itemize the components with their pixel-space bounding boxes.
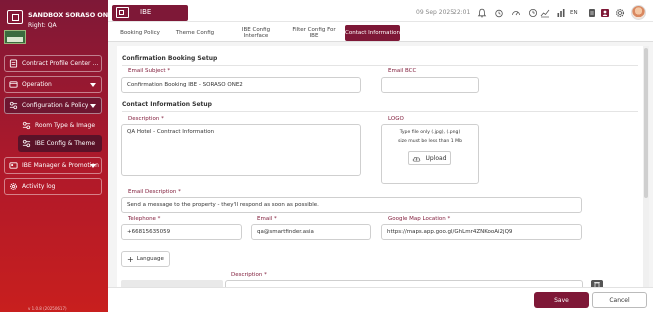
- chevron-down-icon: [90, 104, 96, 108]
- operation-icon: [9, 81, 18, 88]
- cancel-button[interactable]: Cancel: [592, 292, 647, 308]
- email-description-field[interactable]: Send a message to the property - they'll…: [121, 197, 582, 213]
- cloud-upload-icon: [413, 156, 421, 161]
- sidebar-item-label: Room Type & Image: [35, 122, 96, 129]
- app-version: v 1.0.8 (20250617): [28, 306, 67, 311]
- sidebar-item-label: Configuration & Policy: [22, 102, 89, 109]
- sidebar-item-room-type-image[interactable]: Room Type & Image: [18, 117, 102, 134]
- sidebar-item-label: Contract Profile Center & All...: [22, 60, 101, 67]
- tab-contact-information[interactable]: Contact Information: [345, 25, 400, 41]
- logo-file-size-note: size must be less than 1 Mb: [397, 139, 463, 144]
- divider: [122, 111, 638, 112]
- user-card-icon[interactable]: [600, 8, 610, 18]
- alarm-clock-icon[interactable]: [494, 8, 504, 18]
- tab-filter-config[interactable]: Filter Config For IBE: [288, 25, 340, 41]
- sidebar-item-label: IBE Manager & Promotion: [22, 162, 99, 169]
- tab-bar: Booking Policy Theme Config IBE Config I…: [108, 22, 653, 42]
- hotel-logo-icon: [7, 10, 23, 24]
- email-bcc-label: Email BCC: [388, 68, 417, 74]
- telephone-label: Telephone *: [128, 216, 161, 222]
- sidebar-item-operation[interactable]: Operation: [4, 76, 102, 93]
- confirmation-section-title: Confirmation Booking Setup: [122, 55, 218, 62]
- tab-booking-policy[interactable]: Booking Policy: [118, 25, 162, 41]
- email-subject-field[interactable]: Confirmation Booking IBE - SORASO ONE2: [121, 77, 361, 93]
- save-button[interactable]: Save: [534, 292, 589, 308]
- bar-chart-icon[interactable]: [556, 8, 566, 18]
- divider: [108, 41, 653, 42]
- sidebar-item-label: IBE Config & Theme: [35, 140, 96, 147]
- sidebar-item-label: Operation: [22, 81, 52, 88]
- language-description-label: Description *: [231, 272, 267, 278]
- logo-upload-area: Type file only (.jpg), (.png) size must …: [381, 124, 479, 184]
- sidebar: SANDBOX SORASO ONE 2 Right: QA Contract …: [0, 0, 119, 312]
- sidebar-item-contract-profile[interactable]: Contract Profile Center & All...: [4, 55, 102, 72]
- current-time: 22:01: [453, 9, 471, 16]
- email-label: Email *: [257, 216, 277, 222]
- current-date: 09 Sep 2025: [416, 9, 455, 16]
- contact-information-form: Confirmation Booking Setup Email Subject…: [117, 46, 643, 296]
- add-language-button[interactable]: + Language: [121, 251, 170, 267]
- telephone-field[interactable]: +66815635059: [121, 224, 242, 240]
- email-bcc-field[interactable]: [381, 77, 479, 93]
- trend-chart-icon[interactable]: [540, 8, 550, 18]
- user-right: Right: QA: [28, 22, 57, 29]
- scrollbar-thumb[interactable]: [644, 48, 648, 198]
- document-icon: [9, 59, 18, 68]
- top-bar: IBE 09 Sep 2025 22:01 EN: [108, 0, 653, 22]
- sliders-icon: [22, 121, 31, 130]
- sliders-icon: [22, 139, 31, 148]
- contact-section-title: Contact Information Setup: [122, 101, 212, 108]
- divider: [122, 65, 638, 66]
- bell-icon[interactable]: [477, 8, 487, 18]
- upload-button[interactable]: Upload: [408, 151, 451, 165]
- speedometer-icon[interactable]: [511, 8, 521, 18]
- document-icon[interactable]: [587, 8, 597, 18]
- sidebar-item-ibe-config-theme[interactable]: IBE Config & Theme: [18, 135, 102, 152]
- hotel-selector[interactable]: SANDBOX SORASO ONE 2 Right: QA: [4, 6, 119, 46]
- chevron-down-icon: [90, 164, 96, 168]
- upload-label: Upload: [425, 154, 447, 162]
- tab-ibe-config-interface[interactable]: IBE Config Interface: [232, 25, 280, 41]
- language-selector[interactable]: EN: [570, 10, 578, 16]
- description-textarea[interactable]: QA Hotel - Contract Information: [121, 124, 361, 176]
- email-description-label: Email Description *: [128, 189, 181, 195]
- hotel-name: SANDBOX SORASO ONE 2: [28, 11, 119, 19]
- module-label: IBE: [140, 8, 152, 16]
- sidebar-item-label: Activity log: [22, 183, 56, 190]
- form-footer: Save Cancel: [108, 287, 653, 312]
- sidebar-item-ibe-manager[interactable]: IBE Manager & Promotion: [4, 157, 102, 174]
- module-badge[interactable]: IBE: [112, 5, 188, 21]
- tab-theme-config[interactable]: Theme Config: [172, 25, 218, 41]
- scrollbar[interactable]: [643, 46, 649, 296]
- gear-icon: [10, 183, 17, 190]
- description-label: Description *: [128, 116, 164, 122]
- plus-icon: +: [127, 254, 134, 264]
- hotel-thumbnail: [4, 30, 26, 44]
- clock-icon[interactable]: [528, 8, 538, 18]
- sidebar-item-activity-log[interactable]: Activity log: [4, 178, 102, 195]
- google-map-field[interactable]: https://maps.app.goo.gl/GhLmr4ZNKooAi2jQ…: [381, 224, 582, 240]
- ibe-icon: [9, 162, 18, 169]
- logo-label: LOGO: [388, 116, 404, 122]
- sliders-icon: [9, 101, 18, 110]
- email-field[interactable]: qa@smartfinder.asia: [251, 224, 371, 240]
- google-map-label: Google Map Location *: [388, 216, 451, 222]
- avatar[interactable]: [631, 5, 646, 20]
- chevron-down-icon: [90, 83, 96, 87]
- add-language-label: Language: [136, 256, 164, 262]
- logo-file-type-note: Type file only (.jpg), (.png): [399, 130, 461, 135]
- sidebar-item-configuration-policy[interactable]: Configuration & Policy: [4, 97, 102, 114]
- ibe-icon: [116, 7, 129, 18]
- email-subject-label: Email Subject *: [128, 68, 171, 74]
- gear-icon[interactable]: [615, 8, 625, 18]
